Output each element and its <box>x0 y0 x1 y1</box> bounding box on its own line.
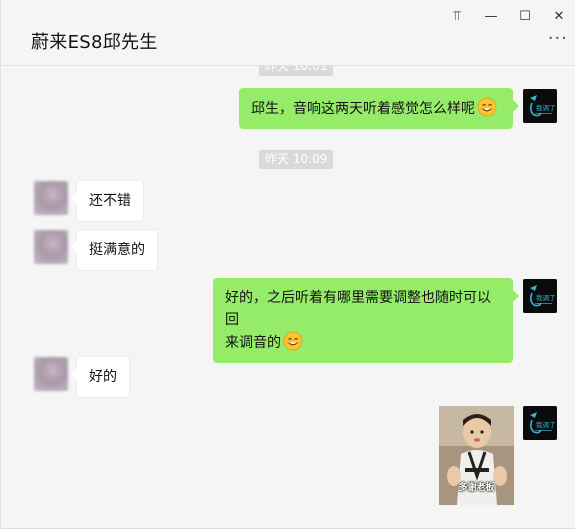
logo-text: 我调了 <box>536 420 556 429</box>
chat-header: ⫪ — ☐ ✕ 蔚来ES8邱先生 ··· <box>1 0 575 66</box>
my-avatar[interactable]: 我调了 <box>523 89 557 123</box>
message-text: 挺满意的 <box>89 242 145 258</box>
smile-emoji-icon <box>283 331 303 351</box>
contact-avatar[interactable] <box>34 357 68 391</box>
sent-message-bubble[interactable]: 邱生，音响这两天听着感觉怎么样呢 <box>239 88 519 129</box>
received-message-bubble[interactable]: 挺满意的 <box>71 229 158 271</box>
sent-message-bubble[interactable]: 好的，之后听着有哪里需要调整也随时可以回 来调音的 <box>213 278 519 363</box>
minimize-button[interactable]: — <box>474 0 508 32</box>
sticker-caption: 多谢老板 <box>458 483 495 493</box>
message-text-line: 来调音的 <box>225 331 501 354</box>
contact-avatar[interactable] <box>34 181 68 215</box>
maximize-button[interactable]: ☐ <box>508 0 542 32</box>
chat-title: 蔚来ES8邱先生 <box>31 32 158 53</box>
received-message-bubble[interactable]: 好的 <box>71 356 130 398</box>
logo-text: 我调了 <box>536 103 556 112</box>
timestamp: 昨天 10:09 <box>259 150 334 169</box>
logo-icon: 我调了 <box>523 279 557 313</box>
chat-window: ⫪ — ☐ ✕ 蔚来ES8邱先生 ··· 昨天 10:01 邱生，音响这两天听着… <box>0 0 575 529</box>
logo-text: 我调了 <box>536 293 556 302</box>
message-text-line: 好的，之后听着有哪里需要调整也随时可以回 <box>225 290 491 328</box>
my-avatar[interactable]: 我调了 <box>523 279 557 313</box>
received-message-bubble[interactable]: 还不错 <box>71 180 144 222</box>
contact-avatar[interactable] <box>34 230 68 264</box>
timestamp: 昨天 10:01 <box>259 66 334 76</box>
smile-emoji-icon <box>477 97 497 117</box>
logo-icon: 我调了 <box>523 89 557 123</box>
message-list[interactable]: 昨天 10:01 邱生，音响这两天听着感觉怎么样呢 我调了 昨天 10:09 还… <box>1 66 575 528</box>
my-avatar[interactable]: 我调了 <box>523 406 557 440</box>
message-text: 还不错 <box>89 193 131 209</box>
message-text: 好的 <box>89 369 117 385</box>
pin-icon[interactable]: ⫪ <box>440 0 474 32</box>
message-text: 邱生，音响这两天听着感觉怎么样呢 <box>251 101 475 117</box>
more-options-icon[interactable]: ··· <box>548 28 568 49</box>
sticker-image[interactable]: 多谢老板 <box>439 406 514 505</box>
logo-icon: 我调了 <box>523 406 557 440</box>
